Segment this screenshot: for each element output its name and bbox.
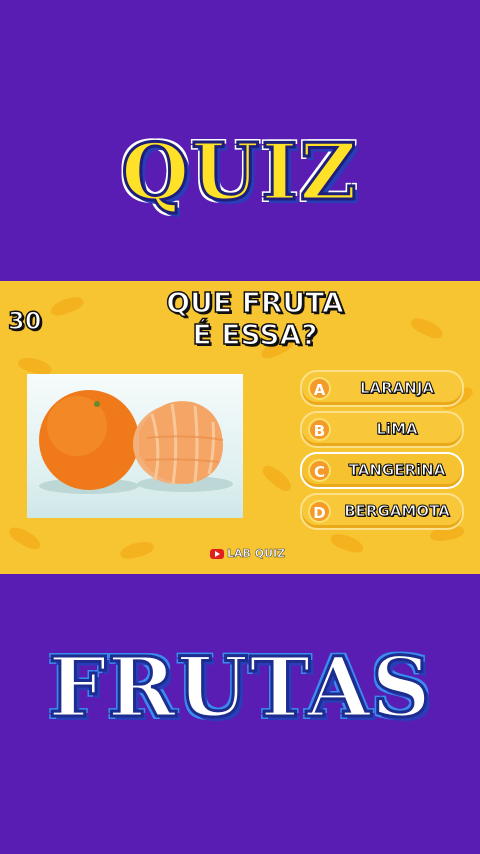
answer-letter: D [308, 500, 331, 523]
question-line-2: É ESSA? [192, 318, 319, 352]
answer-option-c[interactable]: C TANGERiNA [300, 452, 464, 489]
answer-label: LiMA [376, 420, 418, 439]
channel-brand: LAB QUIZ [210, 547, 285, 560]
decor-shape [328, 530, 366, 556]
answer-label: LARANJA [359, 379, 435, 398]
decor-shape [259, 461, 295, 495]
decor-shape [48, 293, 86, 319]
youtube-icon [210, 549, 224, 559]
answer-label: BERGAMOTA [344, 502, 451, 521]
answer-label: TANGERiNA [348, 461, 446, 480]
question-text: QUE FRUTA É ESSA? [130, 286, 380, 352]
answer-letter: B [308, 418, 331, 441]
answer-letter: C [308, 459, 331, 482]
decor-shape [6, 523, 44, 553]
countdown-timer: 30 [7, 306, 42, 336]
answer-letter: A [308, 377, 331, 400]
brand-label: LAB QUIZ [227, 547, 286, 561]
answer-list: A LARANJA B LiMA C TANGERiNA D BERGAMOTA [300, 370, 464, 534]
answer-option-b[interactable]: B LiMA [300, 411, 464, 448]
decor-shape [408, 314, 446, 342]
decor-shape [118, 538, 156, 562]
question-line-1: QUE FRUTA [166, 286, 345, 320]
quiz-card: 30 QUE FRUTA É ESSA? A LARANJA B LiMA C [0, 281, 480, 574]
quiz-title: QUIZ [120, 126, 359, 219]
tangerine-photo [27, 374, 243, 518]
answer-option-a[interactable]: A LARANJA [300, 370, 464, 407]
topic-title: FRUTAS [47, 639, 432, 738]
answer-option-d[interactable]: D BERGAMOTA [300, 493, 464, 530]
